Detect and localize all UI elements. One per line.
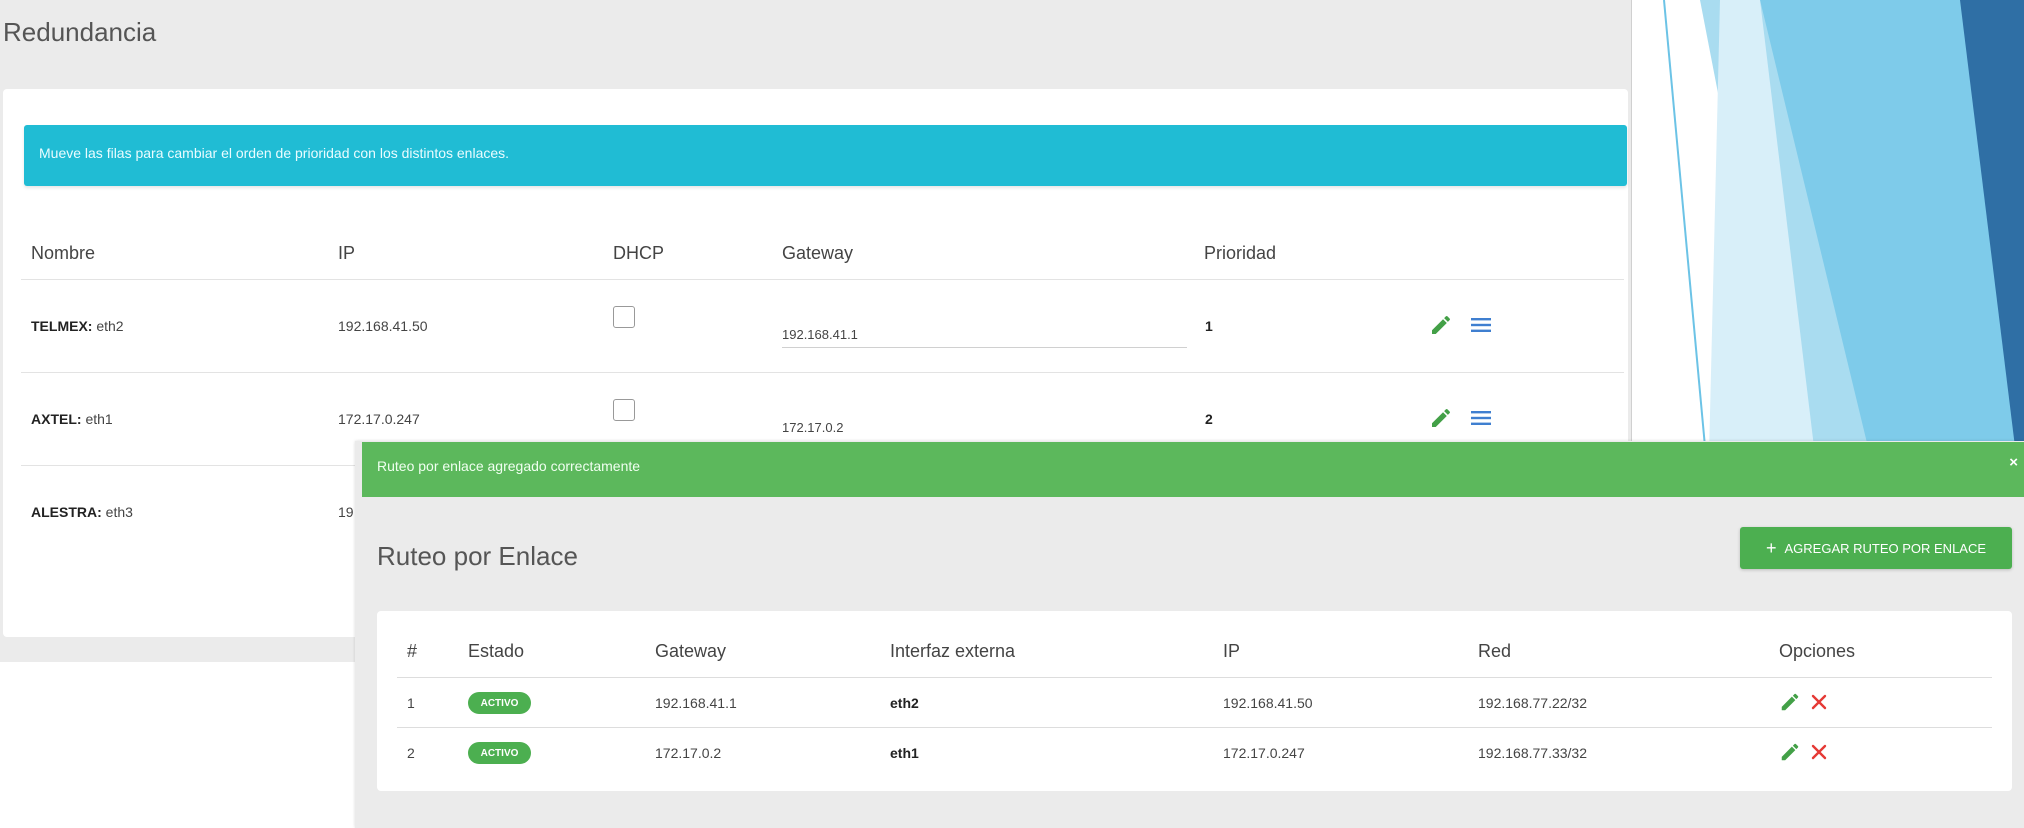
- delete-x-icon[interactable]: [1809, 742, 1829, 762]
- row-iface: eth2: [890, 695, 919, 711]
- table-row[interactable]: TELMEX: eth2 192.168.41.50 192.168.41.1 …: [21, 280, 1624, 373]
- row-num: 1: [407, 695, 415, 711]
- row-name: AXTEL: eth1: [31, 411, 113, 427]
- col-prioridad: Prioridad: [1204, 243, 1277, 263]
- col-red: Red: [1478, 641, 1512, 661]
- pencil-icon[interactable]: [1779, 741, 1801, 763]
- drag-handle-icon[interactable]: [1469, 313, 1493, 337]
- dhcp-checkbox[interactable]: [613, 306, 635, 328]
- close-x-icon[interactable]: ×: [2009, 454, 2018, 471]
- plus-icon: +: [1765, 538, 1777, 558]
- page-title: Redundancia: [3, 17, 157, 47]
- row-red: 192.168.77.33/32: [1478, 745, 1587, 761]
- delete-x-icon[interactable]: [1809, 692, 1829, 712]
- row-iface: eth1: [890, 745, 919, 761]
- row-ip: 19: [338, 504, 354, 520]
- row-name: TELMEX: eth2: [31, 318, 124, 334]
- success-alert: Ruteo por enlace agregado correctamente …: [362, 442, 2024, 497]
- status-badge: ACTIVO: [468, 742, 531, 764]
- pencil-icon[interactable]: [1779, 691, 1801, 713]
- ruteo-card: # Estado Gateway Interfaz externa IP Red…: [377, 611, 2012, 791]
- row-gateway: 192.168.41.1: [655, 695, 737, 711]
- row-gateway: 172.17.0.2: [655, 745, 722, 761]
- col-estado: Estado: [468, 641, 525, 661]
- success-alert-text: Ruteo por enlace agregado correctamente: [377, 458, 641, 474]
- gateway-input[interactable]: 192.168.41.1: [782, 315, 1187, 348]
- col-interfaz: Interfaz externa: [890, 641, 1016, 661]
- row-ip: 192.168.41.50: [338, 318, 428, 334]
- col-ip: IP: [338, 243, 356, 263]
- drag-handle-icon[interactable]: [1469, 406, 1493, 430]
- row-ip: 172.17.0.247: [1223, 745, 1305, 761]
- row-ip: 192.168.41.50: [1223, 695, 1313, 711]
- add-ruteo-button[interactable]: + AGREGAR RUTEO POR ENLACE: [1740, 527, 2012, 569]
- row-priority: 1: [1205, 318, 1213, 334]
- row-num: 2: [407, 745, 415, 761]
- ruteo-panel: Ruteo por enlace agregado correctamente …: [355, 441, 2024, 828]
- table-row[interactable]: 2 ACTIVO 172.17.0.2 eth1 172.17.0.247 19…: [397, 728, 1992, 778]
- add-ruteo-label: AGREGAR RUTEO POR ENLACE: [1784, 540, 1987, 556]
- dhcp-checkbox[interactable]: [613, 399, 635, 421]
- pencil-icon[interactable]: [1429, 406, 1453, 430]
- col-gateway: Gateway: [655, 641, 727, 661]
- status-badge: ACTIVO: [468, 692, 531, 714]
- row-priority: 2: [1205, 411, 1213, 427]
- row-name: ALESTRA: eth3: [31, 504, 133, 520]
- row-red: 192.168.77.22/32: [1478, 695, 1587, 711]
- col-ip: IP: [1223, 641, 1241, 661]
- col-gateway: Gateway: [782, 243, 854, 263]
- section-title: Ruteo por Enlace: [377, 541, 578, 571]
- info-alert-text: Mueve las filas para cambiar el orden de…: [39, 145, 510, 161]
- col-nombre: Nombre: [31, 243, 96, 263]
- table-row[interactable]: 1 ACTIVO 192.168.41.1 eth2 192.168.41.50…: [397, 678, 1992, 728]
- col-num: #: [407, 641, 418, 661]
- col-opciones: Opciones: [1779, 641, 1856, 661]
- pencil-icon[interactable]: [1429, 313, 1453, 337]
- col-dhcp: DHCP: [613, 243, 665, 263]
- gateway-input[interactable]: 172.17.0.2: [782, 408, 1187, 440]
- row-ip: 172.17.0.247: [338, 411, 420, 427]
- info-alert: Mueve las filas para cambiar el orden de…: [24, 125, 1627, 186]
